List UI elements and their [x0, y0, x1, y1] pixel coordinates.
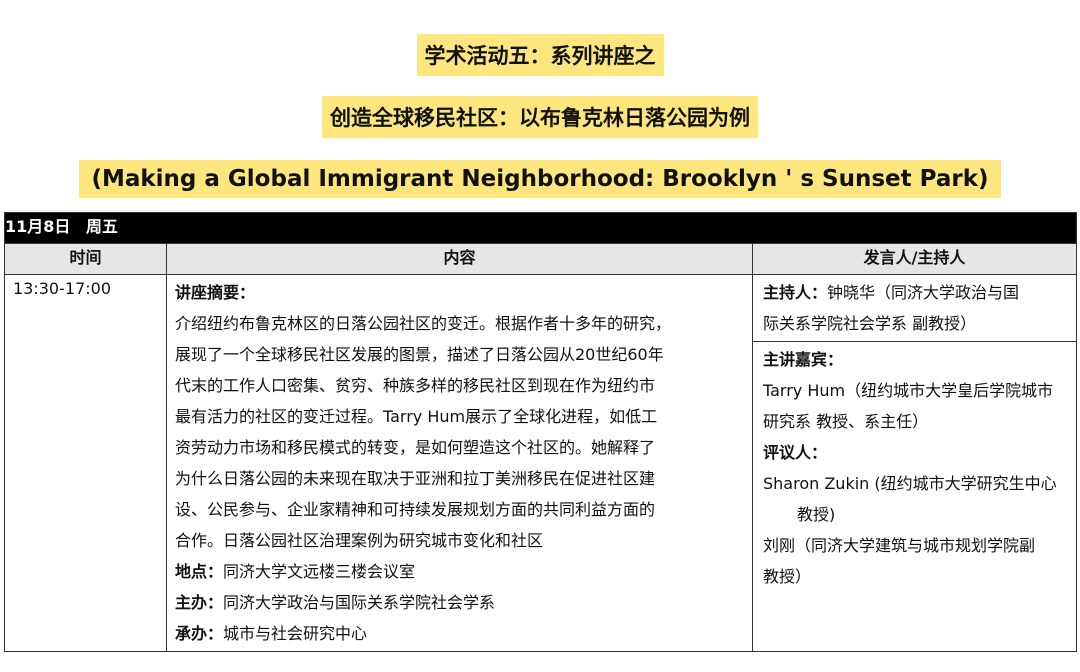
abstract-line: 资劳动力市场和移民模式的转变，是如何塑造这个社区的。她解释了 — [175, 438, 656, 457]
reviewer-name: 刘刚（同济大学建筑与城市规划学院副 — [763, 536, 1036, 555]
location-value: 同济大学文远楼三楼会议室 — [223, 562, 416, 581]
keynote-affiliation: 研究系 教授、系主任） — [763, 412, 929, 431]
schedule-table: 11月8日 周五 时间 内容 发言人/主持人 13:30-17:00 讲座摘要：… — [4, 212, 1077, 652]
lecture-title-cn: 创造全球移民社区：以布鲁克林日落公园为例 — [322, 96, 758, 138]
keynote-label: 主讲嘉宾： — [763, 350, 844, 369]
reviewer-label: 评议人： — [763, 443, 828, 462]
abstract-line: 代末的工作人口密集、贫穷、种族多样的移民社区到现在作为纽约市 — [175, 376, 656, 395]
reviewer-name: Sharon Zukin (纽约城市大学研究生中心 — [763, 474, 1057, 493]
session-time: 13:30-17:00 — [13, 279, 111, 298]
weekday-text: 周五 — [85, 217, 118, 236]
date-cell: 11月8日 周五 — [4, 212, 1077, 244]
abstract-label: 讲座摘要： — [175, 283, 256, 302]
abstract-line: 设、公民参与、企业家精神和可持续发展规划方面的共同利益方面的 — [175, 500, 656, 519]
session-row: 13:30-17:00 讲座摘要： 介绍纽约布鲁克林区的日落公园社区的变迁。根据… — [4, 274, 1077, 652]
speaker-block: 主讲嘉宾： Tarry Hum（纽约城市大学皇后学院城市 研究系 教授、系主任）… — [753, 342, 1076, 594]
header-content: 内容 — [166, 243, 753, 275]
organizer-label: 承办： — [175, 624, 224, 643]
host-value: 同济大学政治与国际关系学院社会学系 — [223, 593, 496, 612]
abstract-line: 为什么日落公园的未来现在取决于亚洲和拉丁美洲移民在促进社区建 — [175, 469, 656, 488]
location-label: 地点： — [175, 562, 224, 581]
reviewer-title: 教授) — [797, 505, 836, 524]
reviewer-title: 教授） — [763, 567, 812, 586]
time-cell: 13:30-17:00 — [4, 274, 167, 652]
host-line: 主办：同济大学政治与国际关系学院社会学系 — [175, 587, 744, 618]
organizer-line: 承办：城市与社会研究中心 — [175, 618, 744, 649]
content-cell: 讲座摘要： 介绍纽约布鲁克林区的日落公园社区的变迁。根据作者十多年的研究， 展现… — [166, 274, 753, 652]
location-line: 地点：同济大学文远楼三楼会议室 — [175, 556, 744, 587]
moderator-label: 主持人： — [763, 283, 828, 302]
host-label: 主办： — [175, 593, 224, 612]
event-title: 学术活动五：系列讲座之 — [416, 34, 664, 76]
abstract-line: 介绍纽约布鲁克林区的日落公园社区的变迁。根据作者十多年的研究， — [175, 314, 672, 333]
organizer-value: 城市与社会研究中心 — [223, 624, 368, 643]
abstract-line: 展现了一个全球移民社区发展的图景，描述了日落公园从20世纪60年 — [175, 345, 664, 364]
date-row: 11月8日 周五 — [4, 212, 1077, 244]
moderator-affiliation: 际关系学院社会学系 副教授） — [763, 314, 977, 333]
moderator-name: 钟晓华（同济大学政治与国 — [827, 283, 1020, 302]
date-text: 11月8日 — [5, 217, 71, 236]
header-time: 时间 — [4, 243, 167, 275]
keynote-name: Tarry Hum（纽约城市大学皇后学院城市 — [763, 381, 1054, 400]
moderator-block: 主持人：钟晓华（同济大学政治与国 际关系学院社会学系 副教授） — [753, 275, 1076, 342]
abstract-line: 合作。日落公园社区治理案例为研究城市变化和社区 — [175, 531, 544, 550]
header-row: 时间 内容 发言人/主持人 — [4, 243, 1077, 275]
abstract-line: 最有活力的社区的变迁过程。Tarry Hum展示了全球化进程，如低工 — [175, 407, 658, 426]
title-block: 学术活动五：系列讲座之 创造全球移民社区：以布鲁克林日落公园为例 (Making… — [0, 0, 1080, 198]
header-speakers: 发言人/主持人 — [752, 243, 1077, 275]
lecture-title-en: (Making a Global Immigrant Neighborhood:… — [79, 160, 1001, 198]
speakers-cell: 主持人：钟晓华（同济大学政治与国 际关系学院社会学系 副教授） 主讲嘉宾： Ta… — [752, 274, 1077, 652]
